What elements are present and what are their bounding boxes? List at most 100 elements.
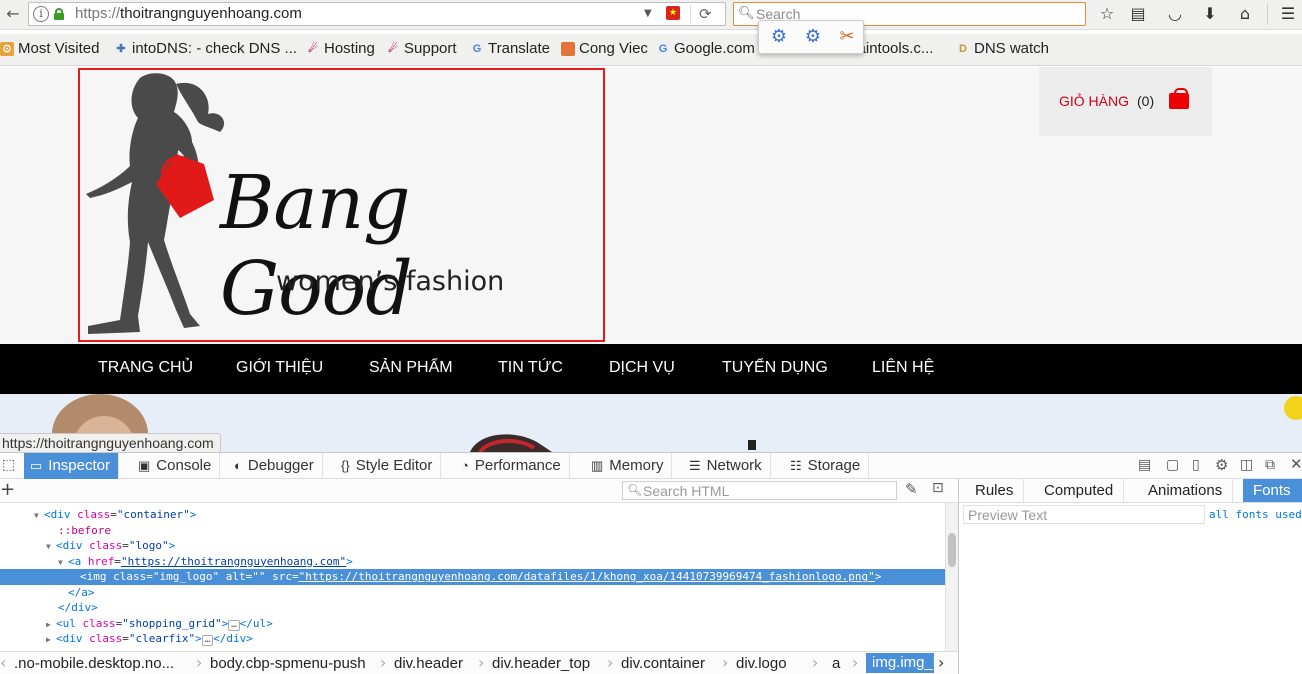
nav-item-about[interactable]: GIỚI THIỆU xyxy=(236,359,323,377)
tab-memory[interactable]: ▥ Memory xyxy=(585,453,673,479)
google-icon: G xyxy=(658,42,668,55)
tab-computed[interactable]: Computed xyxy=(1034,479,1125,502)
bookmark-most-visited[interactable]: ⊙ Most Visited xyxy=(0,40,99,57)
split-console-icon[interactable]: ▢ xyxy=(1166,457,1179,473)
scroll-left-icon[interactable]: ‹ xyxy=(0,653,6,672)
tab-network[interactable]: ☰ Network xyxy=(683,453,771,479)
preview-text-input[interactable] xyxy=(968,507,1198,522)
reading-list-icon[interactable]: ▤ xyxy=(1124,0,1152,28)
collapsed-ellipsis[interactable]: … xyxy=(201,635,214,646)
search-html-input[interactable] xyxy=(643,483,893,498)
tab-inspector[interactable]: ▭ Inspector xyxy=(24,453,119,479)
site-info-icon[interactable]: i xyxy=(33,6,49,22)
dock-side-icon[interactable]: ◫ xyxy=(1240,457,1253,473)
gear-icon[interactable]: ⚙ xyxy=(768,26,790,48)
markup-node[interactable]: ::before xyxy=(0,523,945,539)
markup-node[interactable]: ▼ <div class="logo"> xyxy=(0,538,945,554)
settings-gear-icon[interactable]: ⚙ xyxy=(1215,456,1228,474)
markup-node[interactable]: ▶ <div class="clearfix">… </div> xyxy=(0,631,945,647)
breadcrumb-item-selected[interactable]: img.img_logo xyxy=(866,653,934,673)
breadcrumb-item[interactable]: div.logo xyxy=(736,655,787,672)
nav-item-careers[interactable]: TUYỂN DỤNG xyxy=(722,359,828,377)
cart-label[interactable]: GIỎ HÀNG xyxy=(1059,93,1129,109)
lock-icon[interactable] xyxy=(54,8,64,20)
add-node-icon[interactable]: + xyxy=(0,479,15,501)
tab-performance[interactable]: ◔ Performance xyxy=(455,453,570,479)
gear-icon[interactable]: ⚙ xyxy=(802,26,824,48)
shopping-cart[interactable]: GIỎ HÀNG (0) xyxy=(1039,67,1212,136)
vietnam-flag-icon[interactable]: ★ xyxy=(666,6,680,20)
frame-select-icon[interactable]: ▤ xyxy=(1138,457,1151,473)
bookmark-google[interactable]: G Google.com xyxy=(656,40,755,57)
sidebar-tabs: Rules Computed Animations Fonts xyxy=(959,479,1302,503)
collapsed-ellipsis[interactable]: … xyxy=(228,619,240,631)
nav-item-contact[interactable]: LIÊN HỆ xyxy=(872,359,934,377)
breadcrumb-item[interactable]: div.header_top xyxy=(492,655,590,672)
collapse-arrow-icon[interactable]: ▼ xyxy=(46,539,56,555)
tab-console[interactable]: ▣ Console xyxy=(132,453,221,479)
bookmark-cong-viec[interactable]: Cong Viec xyxy=(561,40,648,57)
bookmark-dns-watch[interactable]: D DNS watch xyxy=(956,40,1049,57)
markup-node[interactable]: </a> xyxy=(0,585,945,601)
markup-node[interactable]: </div> xyxy=(0,600,945,616)
console-icon: ▣ xyxy=(138,458,151,473)
tools-icon[interactable]: ✂ xyxy=(836,26,858,48)
scroll-right-icon[interactable]: › xyxy=(938,653,944,672)
shopping-bag-icon[interactable] xyxy=(1169,88,1189,109)
bookmark-intodns[interactable]: ✚ intoDNS: - check DNS ... xyxy=(114,40,297,57)
responsive-mode-icon[interactable]: ▯ xyxy=(1192,457,1200,473)
collapse-arrow-icon[interactable]: ▼ xyxy=(34,508,44,524)
download-icon[interactable]: ⬇ xyxy=(1196,0,1224,28)
bookmark-support[interactable]: ☄ Support xyxy=(386,40,456,57)
web-page: Bang Good women’s fashion GIỎ HÀNG (0) T… xyxy=(0,67,1302,452)
toggle-sidebar-icon[interactable]: ⊡ xyxy=(932,480,944,496)
pocket-icon[interactable]: ◡ xyxy=(1161,0,1189,28)
nav-item-services[interactable]: DỊCH VỤ xyxy=(609,359,675,377)
search-html-box[interactable]: 🔍︎ xyxy=(622,481,897,500)
url-text[interactable]: https://thoitrangnguyenhoang.com xyxy=(75,5,302,22)
debugger-icon: ◐ xyxy=(234,458,242,473)
expand-arrow-icon[interactable]: ▶ xyxy=(46,632,56,648)
chevron-right-icon: › xyxy=(852,653,859,672)
markup-node[interactable]: ▼ <div class="container"> xyxy=(0,507,945,523)
breadcrumb-item[interactable]: .no-mobile.desktop.no... xyxy=(14,655,174,672)
tab-storage[interactable]: ☷ Storage xyxy=(784,453,870,479)
preview-text-box[interactable] xyxy=(963,505,1205,524)
pick-element-icon[interactable]: ⬚ xyxy=(2,457,15,473)
tab-fonts[interactable]: Fonts xyxy=(1243,479,1302,502)
expand-arrow-icon[interactable]: ▶ xyxy=(46,617,56,633)
chevron-right-icon: › xyxy=(812,653,819,672)
all-fonts-link[interactable]: all fonts used xyxy=(1209,508,1302,521)
bookmark-hosting[interactable]: ☄ Hosting xyxy=(306,40,375,57)
breadcrumb-item[interactable]: a xyxy=(832,655,840,672)
bookmark-translate[interactable]: G Translate xyxy=(470,40,550,57)
breadcrumb-item[interactable]: body.cbp-spmenu-push xyxy=(210,655,366,672)
markup-node[interactable]: ▶ <ul class="shopping_grid">… </ul> xyxy=(0,616,945,632)
url-bar[interactable]: i https://thoitrangnguyenhoang.com ▼ ★ ⟳ xyxy=(28,2,726,26)
markup-node[interactable]: ▼ <a href="https://thoitrangnguyenhoang.c… xyxy=(0,554,945,570)
url-dropdown-icon[interactable]: ▼ xyxy=(644,5,652,23)
home-icon[interactable]: ⌂ xyxy=(1231,0,1259,28)
site-logo[interactable]: Bang Good women’s fashion xyxy=(78,68,605,342)
chevron-right-icon: › xyxy=(196,653,203,672)
back-arrow-icon[interactable]: ← xyxy=(2,0,24,28)
tab-debugger[interactable]: ◐ Debugger xyxy=(228,453,323,479)
breadcrumb-item[interactable]: div.header xyxy=(394,655,463,672)
nav-item-products[interactable]: SẢN PHẨM xyxy=(369,359,453,377)
separate-window-icon[interactable]: ⧉ xyxy=(1265,457,1275,473)
tab-rules[interactable]: Rules xyxy=(965,479,1025,502)
nav-item-news[interactable]: TIN TỨC xyxy=(498,359,563,377)
markup-node-selected[interactable]: <img class="img_logo" alt="" src="https:… xyxy=(0,569,945,585)
breadcrumb-item[interactable]: div.container xyxy=(621,655,705,672)
tab-animations[interactable]: Animations xyxy=(1138,479,1234,502)
reload-icon[interactable]: ⟳ xyxy=(699,3,712,25)
menu-icon[interactable]: ☰ xyxy=(1274,0,1302,28)
scrollbar-thumb[interactable] xyxy=(948,533,956,567)
nav-item-home[interactable]: TRANG CHỦ xyxy=(98,359,193,377)
bookmark-star-icon[interactable]: ☆ xyxy=(1093,0,1121,28)
collapse-arrow-icon[interactable]: ▼ xyxy=(58,555,68,571)
tab-style-editor[interactable]: {} Style Editor xyxy=(335,453,442,479)
eyedropper-icon[interactable]: ✎ xyxy=(905,480,918,498)
close-icon[interactable]: ✕ xyxy=(1290,455,1302,473)
markup-scrollbar[interactable] xyxy=(945,503,958,651)
